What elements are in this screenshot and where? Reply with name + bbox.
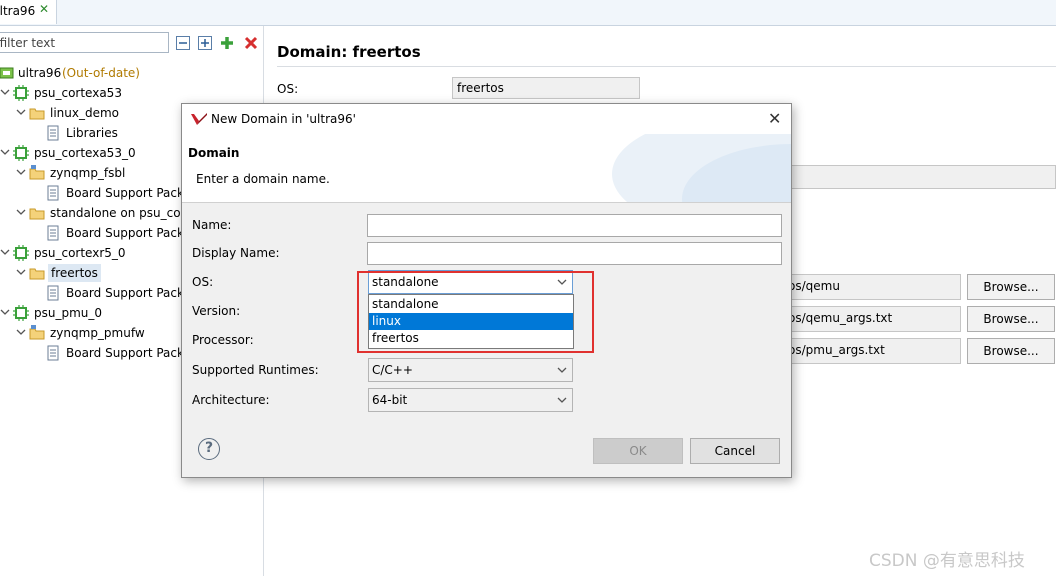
architecture-select[interactable]: 64-bit	[368, 388, 573, 412]
qemu-path-field[interactable]: os/qemu	[788, 274, 961, 300]
browse-button[interactable]: Browse...	[967, 338, 1055, 364]
tree-item-label: zynqmp_fsbl	[50, 166, 126, 180]
dialog-banner: Domain Enter a domain name.	[182, 134, 791, 203]
tab-label: ultra96	[0, 4, 36, 18]
chevron-down-icon[interactable]	[16, 326, 26, 336]
banner-title: Domain	[188, 146, 240, 160]
tree-item-processor[interactable]: psu_cortexa53	[0, 83, 263, 103]
runtimes-label: Supported Runtimes:	[192, 363, 319, 377]
folder-icon	[29, 165, 45, 181]
chevron-down-icon[interactable]	[0, 146, 10, 156]
chevron-down-icon	[557, 367, 567, 373]
pmu-args-field[interactable]: os/pmu_args.txt	[788, 338, 961, 364]
chevron-down-icon[interactable]	[0, 86, 10, 96]
display-name-label: Display Name:	[192, 246, 280, 260]
filter-placeholder: type filter text	[0, 36, 56, 50]
editor-os-label: OS:	[277, 82, 299, 96]
os-label: OS:	[192, 275, 214, 289]
chevron-down-icon[interactable]	[16, 106, 26, 116]
tree-item-label: zynqmp_pmufw	[50, 326, 145, 340]
tree-item-label: psu_cortexa53	[34, 86, 122, 100]
watermark: CSDN @有意思科技	[869, 551, 1025, 571]
processor-icon	[13, 245, 29, 261]
folder-icon	[29, 265, 45, 281]
annotation-highlight-box	[357, 271, 594, 353]
out-of-date-label: (Out-of-date)	[62, 66, 140, 80]
editor-tab-strip	[0, 0, 1056, 26]
editor-divider	[277, 66, 1056, 67]
name-label: Name:	[192, 218, 232, 232]
processor-icon	[13, 85, 29, 101]
document-icon	[45, 125, 61, 141]
close-icon[interactable]: ✕	[768, 109, 781, 128]
chevron-down-icon[interactable]	[0, 306, 10, 316]
vitis-logo-icon	[191, 111, 207, 130]
architecture-label: Architecture:	[192, 393, 270, 407]
tree-item-label: linux_demo	[50, 106, 120, 120]
add-icon[interactable]	[219, 35, 235, 51]
banner-description: Enter a domain name.	[196, 172, 330, 186]
document-icon	[45, 285, 61, 301]
processor-icon	[13, 305, 29, 321]
tree-item-label: ultra96	[18, 66, 62, 80]
editor-field	[791, 165, 1056, 189]
help-icon[interactable]: ?	[198, 438, 220, 460]
dialog-titlebar: New Domain in 'ultra96' ✕	[182, 104, 791, 134]
tree-item-platform[interactable]: ultra96 (Out-of-date)	[0, 63, 263, 83]
folder-icon	[29, 325, 45, 341]
document-icon	[45, 345, 61, 361]
ok-button[interactable]: OK	[593, 438, 683, 464]
collapse-all-icon[interactable]	[175, 35, 191, 51]
chevron-down-icon[interactable]	[16, 266, 26, 276]
name-input[interactable]	[367, 214, 782, 237]
tree-item-label: psu_cortexa53_0	[34, 146, 136, 160]
close-tab-icon[interactable]: ✕	[39, 2, 49, 16]
browse-button[interactable]: Browse...	[967, 306, 1055, 332]
dialog-title: New Domain in 'ultra96'	[211, 112, 356, 126]
version-label: Version:	[192, 304, 241, 318]
processor-icon	[13, 145, 29, 161]
document-icon	[45, 225, 61, 241]
tree-item-label: Libraries	[66, 126, 118, 140]
chevron-down-icon[interactable]	[16, 166, 26, 176]
filter-input[interactable]: type filter text	[0, 32, 169, 53]
chevron-down-icon[interactable]	[0, 246, 10, 256]
chevron-down-icon[interactable]	[16, 206, 26, 216]
editor-os-value: freertos	[452, 77, 640, 99]
document-icon	[45, 185, 61, 201]
domain-title: Domain: freertos	[277, 43, 421, 61]
chevron-down-icon	[557, 397, 567, 403]
qemu-args-field[interactable]: os/qemu_args.txt	[788, 306, 961, 332]
platform-icon	[0, 65, 16, 81]
delete-icon[interactable]	[243, 35, 259, 51]
processor-label: Processor:	[192, 333, 254, 347]
folder-icon	[29, 105, 45, 121]
expand-all-icon[interactable]	[197, 35, 213, 51]
tab-ultra96[interactable]: ultra96 ✕	[0, 0, 57, 24]
tree-item-label: freertos	[48, 264, 101, 282]
cancel-button[interactable]: Cancel	[690, 438, 780, 464]
folder-icon	[29, 205, 45, 221]
display-name-input[interactable]	[367, 242, 782, 265]
runtimes-select[interactable]: C/C++	[368, 358, 573, 382]
tree-item-label: psu_cortexr5_0	[34, 246, 126, 260]
browse-button[interactable]: Browse...	[967, 274, 1055, 300]
tree-item-label: psu_pmu_0	[34, 306, 103, 320]
